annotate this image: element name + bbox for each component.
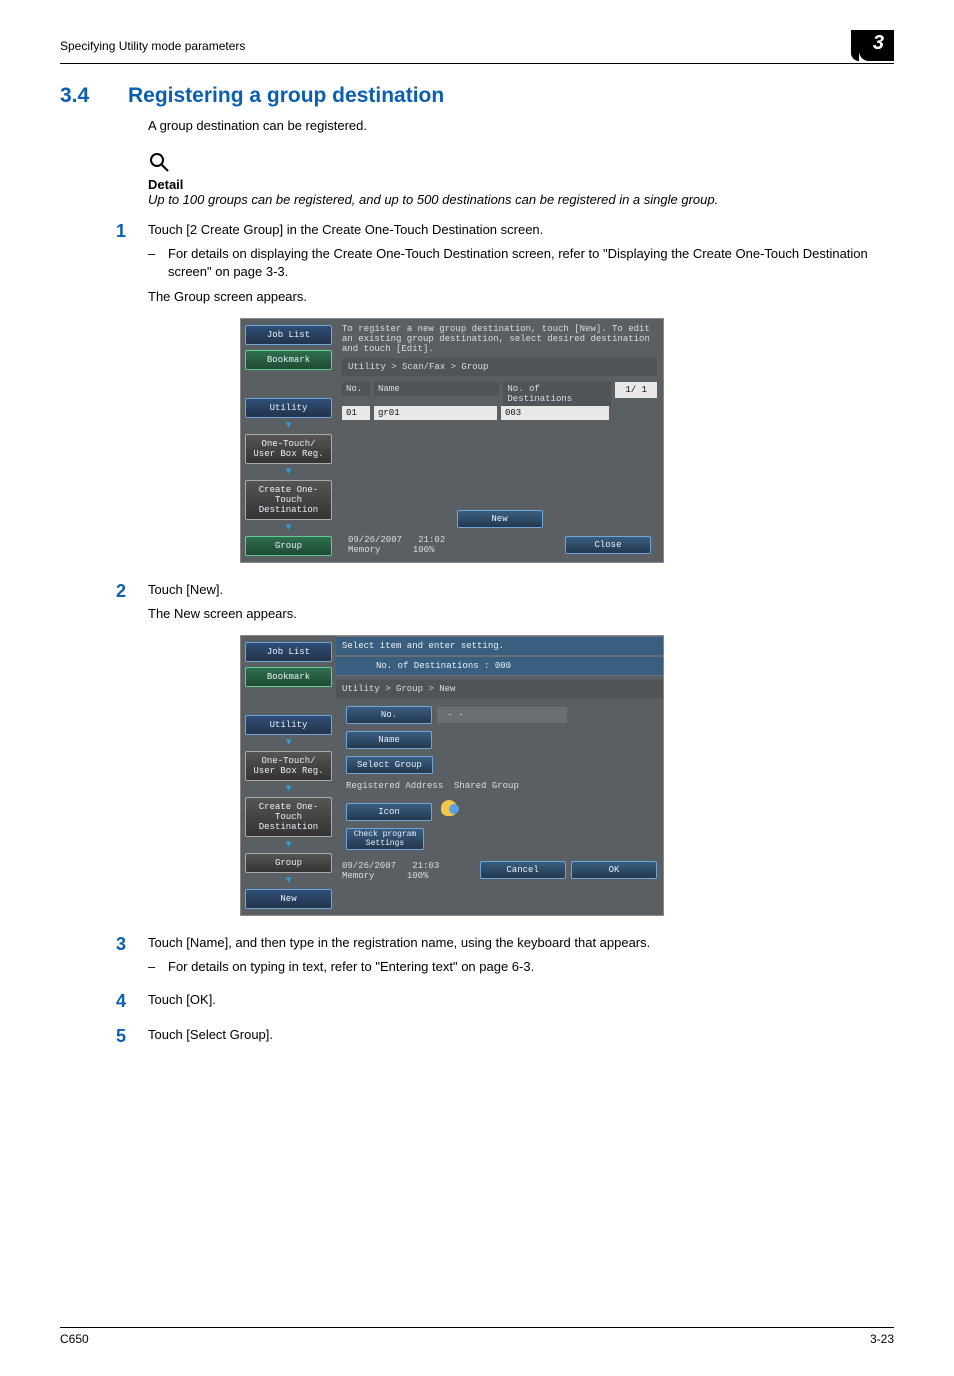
col-no: No. [342, 382, 370, 396]
chapter-badge: 3 [859, 30, 894, 61]
step-text: Touch [OK]. [148, 992, 216, 1007]
step-sub: For details on displaying the Create One… [148, 245, 894, 281]
group-screen: Job List Bookmark Utility ▾ One-Touch/ U… [240, 318, 664, 563]
name-button[interactable]: Name [346, 731, 432, 749]
row-no: 01 [342, 406, 370, 420]
group-icon [441, 800, 457, 816]
no-value: - - [437, 707, 567, 723]
section-intro: A group destination can be registered. [148, 118, 894, 133]
row-name[interactable]: gr01 [374, 406, 497, 420]
step-after: The New screen appears. [148, 605, 894, 623]
icon-button[interactable]: Icon [346, 803, 432, 821]
reg-address-value: Shared Group [454, 781, 519, 791]
new-button[interactable]: New [457, 510, 543, 528]
arrow-down-icon: ▾ [245, 525, 332, 531]
step-number: 5 [60, 1026, 148, 1047]
utility-button[interactable]: Utility [245, 398, 332, 418]
job-list-button[interactable]: Job List [245, 642, 332, 662]
bookmark-button[interactable]: Bookmark [245, 667, 332, 687]
detail-text: Up to 100 groups can be registered, and … [148, 192, 894, 207]
panel-title: Select item and enter setting. [336, 636, 663, 656]
step-number: 2 [60, 581, 148, 602]
create-onetouch-button[interactable]: Create One-Touch Destination [245, 797, 332, 837]
bookmark-button[interactable]: Bookmark [245, 350, 332, 370]
step-text: Touch [Name], and then type in the regis… [148, 935, 650, 950]
step-after: The Group screen appears. [148, 288, 894, 306]
arrow-down-icon: ▾ [245, 878, 332, 884]
create-onetouch-button[interactable]: Create One-Touch Destination [245, 480, 332, 520]
section-title: Registering a group destination [128, 84, 444, 108]
datetime: 09/26/2007 21:02Memory 100% [348, 535, 445, 555]
breadcrumb: Utility > Group > New [336, 680, 663, 698]
step-text: Touch [Select Group]. [148, 1027, 273, 1042]
arrow-down-icon: ▾ [245, 423, 332, 429]
footer-page: 3-23 [870, 1332, 894, 1346]
dest-count: No. of Destinations : 000 [336, 656, 663, 676]
arrow-down-icon: ▾ [245, 786, 332, 792]
step-text: Touch [New]. [148, 582, 223, 597]
section-number: 3.4 [60, 84, 128, 108]
check-program-button[interactable]: Check program Settings [346, 828, 424, 850]
utility-button[interactable]: Utility [245, 715, 332, 735]
ok-button[interactable]: OK [571, 861, 657, 879]
step-number: 1 [60, 221, 148, 242]
select-group-button[interactable]: Select Group [346, 756, 433, 774]
no-button[interactable]: No. [346, 706, 432, 724]
new-nav-button[interactable]: New [245, 889, 332, 909]
reg-address-label: Registered Address [346, 781, 443, 791]
arrow-down-icon: ▾ [245, 740, 332, 746]
step-text: Touch [2 Create Group] in the Create One… [148, 222, 543, 237]
close-button[interactable]: Close [565, 536, 651, 554]
breadcrumb: Utility > Scan/Fax > Group [342, 358, 657, 376]
step-number: 3 [60, 934, 148, 955]
instruction-text: To register a new group destination, tou… [342, 324, 657, 354]
new-screen: Job List Bookmark Utility ▾ One-Touch/ U… [240, 635, 664, 916]
arrow-down-icon: ▾ [245, 469, 332, 475]
header-section: Specifying Utility mode parameters [60, 39, 245, 53]
page-indicator: 1/ 1 [615, 382, 657, 398]
row-dest: 003 [501, 406, 609, 420]
datetime: 09/26/2007 21:03Memory 100% [342, 861, 439, 881]
onetouch-button[interactable]: One-Touch/ User Box Reg. [245, 751, 332, 781]
onetouch-button[interactable]: One-Touch/ User Box Reg. [245, 434, 332, 464]
magnifier-icon [148, 151, 170, 173]
cancel-button[interactable]: Cancel [480, 861, 566, 879]
job-list-button[interactable]: Job List [245, 325, 332, 345]
detail-heading: Detail [148, 177, 894, 192]
group-button[interactable]: Group [245, 853, 332, 873]
col-dest: No. of Destinations [503, 382, 611, 406]
group-button[interactable]: Group [245, 536, 332, 556]
footer-model: C650 [60, 1332, 89, 1346]
step-sub: For details on typing in text, refer to … [148, 958, 894, 976]
col-name: Name [374, 382, 499, 396]
step-number: 4 [60, 991, 148, 1012]
arrow-down-icon: ▾ [245, 842, 332, 848]
